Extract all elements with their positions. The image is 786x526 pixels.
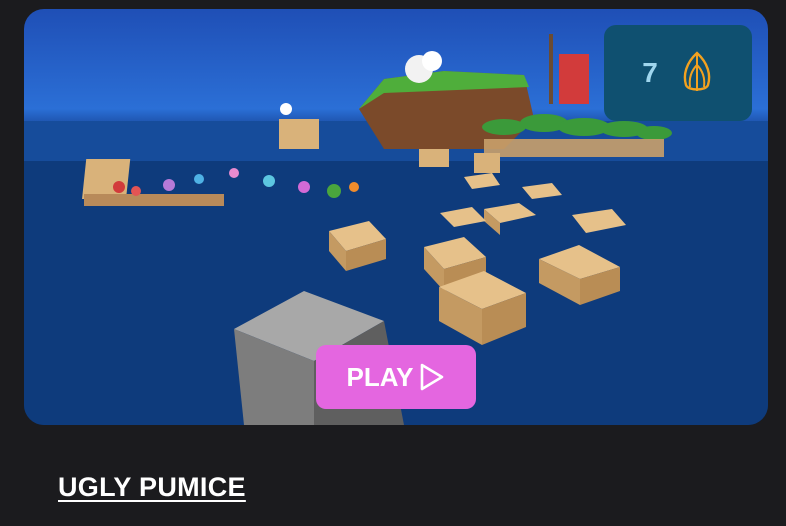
- count-value: 7: [642, 57, 658, 88]
- play-button[interactable]: PLAY: [316, 345, 476, 409]
- play-button-label: PLAY: [346, 361, 414, 392]
- game-card[interactable]: 7 PLAY: [24, 9, 768, 425]
- game-title-link[interactable]: UGLY PUMICE: [58, 472, 246, 503]
- play-triangle-icon: [421, 363, 444, 391]
- leaf-icon: [683, 51, 711, 91]
- count-badge: 7: [604, 25, 752, 121]
